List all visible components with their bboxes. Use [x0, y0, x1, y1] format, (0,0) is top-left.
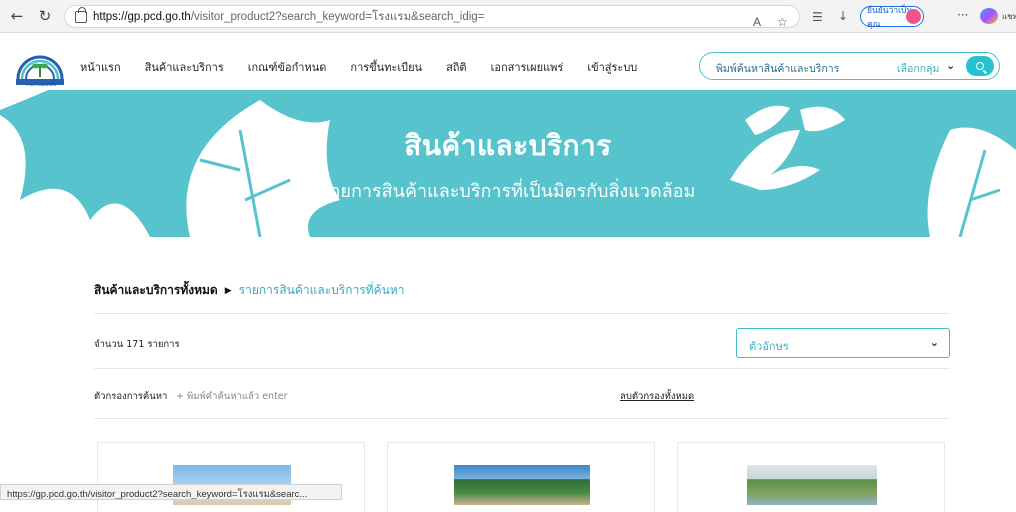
sort-select[interactable]: ตัวอักษร ⌄	[736, 328, 950, 358]
divider	[94, 368, 950, 369]
product-card[interactable]	[97, 442, 365, 512]
nav-home[interactable]: หน้าแรก	[80, 58, 121, 76]
product-image[interactable]	[454, 465, 590, 505]
search-input[interactable]: พิมพ์ค้นหาสินค้าและบริการ	[716, 60, 839, 77]
avatar	[906, 9, 921, 24]
chevron-down-icon: ⌄	[929, 336, 939, 349]
caret-right-icon: ▶	[224, 285, 232, 296]
chevron-down-icon[interactable]: ⌄	[946, 59, 955, 72]
signin-button[interactable]: ยืนยันว่าเป็นคุณ	[860, 6, 924, 30]
filter-label: ตัวกรองการค้นหา	[94, 391, 168, 402]
read-aloud-icon[interactable]: A	[753, 15, 761, 29]
site-header: กรมควบคุมมลพิษ หน้าแรก สินค้าและบริการ เ…	[0, 34, 1016, 90]
banner-title: สินค้าและบริการ	[404, 129, 612, 162]
breadcrumb-search-results: รายการสินค้าและบริการที่ค้นหา	[238, 283, 405, 297]
nav-login[interactable]: เข้าสู่ระบบ	[587, 58, 637, 76]
result-count: จำนวน 171 รายการ	[94, 339, 180, 350]
more-options-icon[interactable]: ···	[957, 8, 968, 22]
hero-banner: สินค้าและบริการ รายการสินค้าและบริการที่…	[0, 90, 1016, 237]
nav-statistics[interactable]: สถิติ	[446, 58, 467, 76]
search-button[interactable]	[966, 56, 994, 76]
filter-input[interactable]: + พิมพ์คำค้นหาแล้ว enter	[176, 389, 288, 404]
logo-text: กรมควบคุมมลพิษ	[25, 82, 57, 87]
copilot-icon[interactable]	[980, 8, 998, 24]
refresh-icon[interactable]: ↻	[34, 5, 56, 27]
status-bar-url: https://gp.pcd.go.th/visitor_product2?se…	[0, 484, 342, 500]
product-search-box[interactable]: พิมพ์ค้นหาสินค้าและบริการ เลือกกลุ่ม ⌄	[699, 52, 1000, 80]
favorites-list-icon[interactable]: ☰	[812, 10, 823, 24]
group-select[interactable]: เลือกกลุ่ม	[897, 60, 939, 77]
product-image[interactable]	[747, 465, 877, 505]
site-info-icon[interactable]	[75, 6, 87, 23]
breadcrumb-all-products[interactable]: สินค้าและบริการทั้งหมด	[94, 281, 218, 300]
url-path: /visitor_product2?search_keyword=โรงแรม&…	[190, 10, 485, 23]
nav-products[interactable]: สินค้าและบริการ	[145, 58, 224, 76]
product-card[interactable]	[387, 442, 655, 512]
search-icon	[976, 62, 984, 70]
nav-criteria[interactable]: เกณฑ์ข้อกำหนด	[248, 58, 327, 76]
favorite-star-icon[interactable]: ☆	[777, 15, 788, 29]
nav-documents[interactable]: เอกสารเผยแพร่	[491, 58, 564, 76]
address-bar[interactable]: https://gp.pcd.go.th/visitor_product2?se…	[64, 5, 800, 29]
main-nav: หน้าแรก สินค้าและบริการ เกณฑ์ข้อกำหนด กา…	[80, 58, 661, 76]
nav-registration[interactable]: การขึ้นทะเบียน	[350, 58, 422, 76]
clear-filters-link[interactable]: ลบตัวกรองทั้งหมด	[620, 389, 694, 404]
breadcrumb: สินค้าและบริการทั้งหมด ▶ รายการสินค้าและ…	[94, 281, 404, 300]
product-card[interactable]	[677, 442, 945, 512]
banner-subtitle: รายการสินค้าและบริการที่เป็นมิตรกับสิ่งแ…	[320, 181, 696, 202]
back-icon[interactable]: ←	[6, 5, 28, 27]
sort-selected-value: ตัวอักษร	[749, 340, 789, 353]
divider	[94, 418, 950, 419]
divider	[94, 313, 950, 314]
download-icon[interactable]: ↓	[838, 9, 848, 23]
copilot-label: แชท	[1002, 12, 1016, 21]
url-host: https://gp.pcd.go.th	[93, 10, 191, 23]
pcd-logo[interactable]	[14, 39, 66, 87]
